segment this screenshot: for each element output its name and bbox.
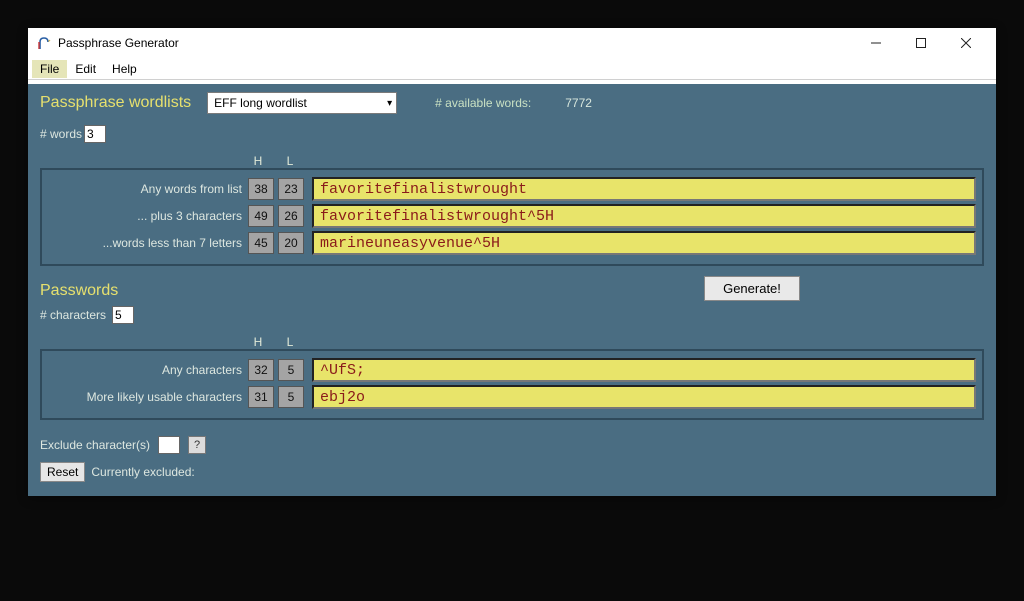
reset-row: Reset Currently excluded:	[40, 462, 984, 482]
chevron-down-icon: ▾	[387, 98, 392, 109]
passwords-title: Passwords	[40, 282, 520, 300]
h-value: 49	[248, 205, 274, 227]
passphrase-hl-header: H L	[240, 148, 984, 170]
row-label: ...words less than 7 letters	[103, 236, 242, 250]
exclude-input[interactable]	[158, 436, 180, 454]
titlebar: Passphrase Generator	[28, 28, 996, 58]
exclude-row: Exclude character(s) ?	[40, 436, 984, 454]
l-value: 5	[278, 386, 304, 408]
menubar: File Edit Help	[28, 58, 996, 80]
l-value: 23	[278, 178, 304, 200]
passphrase-output-frame: Any words from list 38 23 favoritefinali…	[40, 168, 984, 266]
generate-button[interactable]: Generate!	[704, 276, 800, 301]
h-value: 32	[248, 359, 274, 381]
currently-excluded-label: Currently excluded:	[91, 465, 194, 479]
row-label: More likely usable characters	[87, 390, 242, 404]
available-words-label: # available words:	[435, 96, 531, 110]
exclude-help-button[interactable]: ?	[188, 436, 206, 454]
num-chars-input[interactable]: 5	[112, 306, 134, 324]
password-row: Any characters 32 5 ^UfS;	[48, 358, 976, 382]
row-label: Any words from list	[141, 182, 242, 196]
password-output-frame: Any characters 32 5 ^UfS; More likely us…	[40, 349, 984, 420]
col-l: L	[278, 335, 302, 349]
row-label: ... plus 3 characters	[137, 209, 242, 223]
app-window: Passphrase Generator File Edit Help Pass…	[28, 28, 996, 496]
wordlists-header: Passphrase wordlists EFF long wordlist ▾…	[40, 92, 984, 114]
exclude-label: Exclude character(s)	[40, 438, 150, 452]
num-chars-label: # characters	[40, 308, 106, 322]
l-value: 5	[278, 359, 304, 381]
menu-help[interactable]: Help	[104, 60, 145, 78]
passwords-hl-header: H L	[240, 329, 984, 351]
passphrase-row: Any words from list 38 23 favoritefinali…	[48, 177, 976, 201]
password-output[interactable]: ebj2o	[312, 385, 976, 409]
passphrase-row: ... plus 3 characters 49 26 favoritefina…	[48, 204, 976, 228]
passphrase-row: ...words less than 7 letters 45 20 marin…	[48, 231, 976, 255]
h-value: 31	[248, 386, 274, 408]
l-value: 26	[278, 205, 304, 227]
app-body: Passphrase wordlists EFF long wordlist ▾…	[28, 84, 996, 496]
col-h: H	[246, 335, 270, 349]
num-words-label: # words	[40, 127, 82, 141]
col-h: H	[246, 154, 270, 168]
app-icon	[36, 35, 52, 51]
row-label: Any characters	[162, 363, 242, 377]
h-value: 45	[248, 232, 274, 254]
menu-file[interactable]: File	[32, 60, 67, 78]
passphrase-output[interactable]: favoritefinalistwrought^5H	[312, 204, 976, 228]
wordlists-title: Passphrase wordlists	[40, 94, 191, 112]
wordlist-select[interactable]: EFF long wordlist ▾	[207, 92, 397, 114]
passphrase-output[interactable]: marineuneasyvenue^5H	[312, 231, 976, 255]
close-button[interactable]	[943, 28, 988, 58]
minimize-button[interactable]	[853, 28, 898, 58]
passphrase-output[interactable]: favoritefinalistwrought	[312, 177, 976, 201]
num-words-row: # words 3	[40, 120, 984, 148]
menu-edit[interactable]: Edit	[67, 60, 104, 78]
num-chars-row: # characters 5	[40, 301, 984, 329]
password-row: More likely usable characters 31 5 ebj2o	[48, 385, 976, 409]
h-value: 38	[248, 178, 274, 200]
num-words-input[interactable]: 3	[84, 125, 106, 143]
col-l: L	[278, 154, 302, 168]
l-value: 20	[278, 232, 304, 254]
wordlist-select-value: EFF long wordlist	[214, 96, 307, 110]
window-title: Passphrase Generator	[58, 36, 179, 50]
maximize-button[interactable]	[898, 28, 943, 58]
available-words-value: 7772	[565, 96, 592, 110]
password-output[interactable]: ^UfS;	[312, 358, 976, 382]
reset-button[interactable]: Reset	[40, 462, 85, 482]
